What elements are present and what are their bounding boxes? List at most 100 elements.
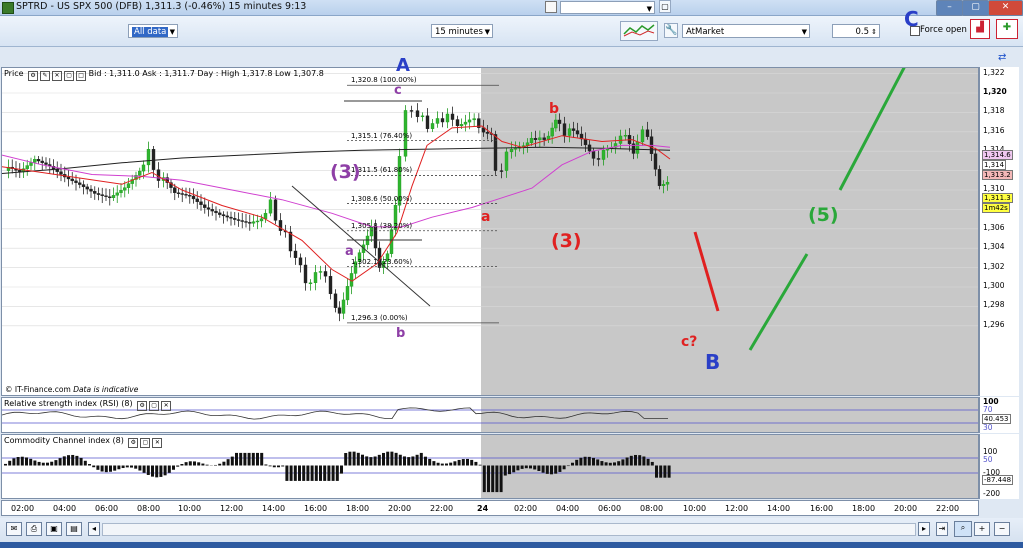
cci-bar (495, 465, 499, 493)
sell-icon[interactable]: ▟ (970, 19, 990, 39)
price-pane[interactable]: Price ⚙ ✎ ✕ ▢ □ Bid : 1,311.0 Ask : 1,311.7 … (1, 67, 979, 396)
price-pane-header: Price ⚙ ✎ ✕ ▢ □ Bid : 1,311.0 Ask : 1,311.7 … (4, 69, 324, 81)
chart-style-icon[interactable] (620, 21, 658, 41)
candle-body (661, 184, 666, 186)
candle-body (653, 153, 658, 170)
close-pane-icon[interactable]: ✕ (52, 71, 63, 81)
cci-bar (377, 454, 381, 466)
candle-body (640, 129, 645, 143)
buy-icon[interactable]: ✚ (996, 19, 1018, 39)
cci-bar (226, 459, 230, 466)
layout-icon[interactable]: ▤ (66, 522, 82, 536)
candle-body (268, 199, 273, 214)
cci-bar (449, 462, 453, 466)
cci-bar (20, 456, 24, 466)
cci-bar (348, 451, 352, 466)
scroll-left-icon[interactable]: ◂ (88, 522, 100, 536)
rsi-pane[interactable]: Relative strength index (RSI) (8) ⚙ ▢ ✕ (1, 397, 979, 433)
restore-pane-icon[interactable]: ▢ (140, 438, 151, 448)
zoom-fit-icon[interactable]: ⌕ (954, 521, 972, 537)
time-label: 04:00 (53, 504, 77, 513)
window-title: SPTRD - US SPX 500 (DFB) 1,311.3 (-0.46%… (16, 1, 307, 12)
cci-bar (251, 452, 255, 466)
candle-body (459, 124, 464, 127)
interval-select[interactable]: 15 minutes ▼ (431, 24, 493, 38)
cci-bar (272, 465, 276, 468)
wrench-icon[interactable]: 🔧 (664, 23, 678, 38)
cci-bar (352, 451, 356, 466)
candle-body (455, 119, 460, 127)
price-tick: 1,304 (983, 242, 1005, 252)
sync-icon[interactable]: ⇄ (998, 52, 1006, 63)
rsi-tick-70: 70 (983, 405, 993, 414)
trendline-upper (291, 185, 431, 307)
fib-level-label: 1,296.3 (0.00%) (351, 313, 408, 322)
candle-body (251, 221, 256, 224)
maximize-button[interactable]: ▢ (962, 0, 989, 16)
horizontal-scrollbar[interactable] (102, 523, 916, 536)
candle-body (601, 149, 606, 160)
candle-body (472, 118, 476, 121)
close-pane-icon[interactable]: ✕ (161, 401, 172, 411)
save-icon[interactable]: ▣ (46, 522, 62, 536)
candle-body (96, 193, 101, 195)
scroll-right-icon[interactable]: ▸ (918, 522, 930, 536)
force-open-label: Force open (920, 25, 967, 35)
cci-bar (71, 454, 75, 466)
candle-body (513, 148, 518, 150)
cci-bar (4, 463, 7, 466)
restore-pane-icon[interactable]: ▢ (149, 401, 160, 411)
rsi-pane-title: Relative strength index (RSI) (8) (4, 399, 133, 408)
price-axis[interactable]: 1,3221,3201,3181,3161,3141,3121,3101,308… (979, 67, 1019, 396)
settings-icon[interactable]: ✎ (40, 71, 51, 81)
wrench-icon[interactable]: ⚙ (137, 401, 148, 411)
wave-label-c-question: c? (681, 334, 698, 350)
time-axis[interactable]: 02:00 04:00 06:00 08:00 10:00 12:00 14:00 16:00… (1, 500, 979, 516)
maximize-pane-icon[interactable]: □ (76, 71, 87, 81)
print-icon[interactable]: ⎙ (26, 522, 42, 536)
fib-level-label: 1,308.6 (50.00%) (351, 194, 413, 203)
zoom-in-icon[interactable]: + (974, 522, 990, 536)
zoom-out-icon[interactable]: − (994, 522, 1010, 536)
close-pane-icon[interactable]: ✕ (152, 438, 163, 448)
email-icon[interactable]: ✉ (6, 522, 22, 536)
cci-bar (62, 456, 66, 466)
range-select[interactable]: All data ▼ (128, 24, 178, 38)
cci-bar (327, 465, 331, 481)
cci-bar (130, 465, 133, 468)
restore-pane-icon[interactable]: ▢ (64, 71, 75, 81)
time-label: 02:00 (11, 504, 35, 513)
top-dropdown[interactable]: ▼ (560, 1, 655, 14)
wrench-icon[interactable]: ⚙ (128, 438, 139, 448)
wrench-icon[interactable]: ⚙ (28, 71, 39, 81)
cci-bar (12, 458, 16, 466)
scroll-end-icon[interactable]: ⇥ (936, 522, 948, 536)
quantity-stepper[interactable]: 0.5 ⇕ (832, 24, 880, 38)
candle-body (318, 271, 323, 273)
candle-body (591, 150, 596, 159)
cci-bar (457, 459, 461, 466)
cci-bar (113, 465, 117, 471)
cci-bar (596, 459, 600, 466)
cci-bar (638, 455, 642, 466)
cci-bar (659, 465, 663, 478)
minimize-button[interactable]: – (936, 0, 963, 16)
close-button[interactable]: ✕ (988, 0, 1023, 16)
candle-body (337, 307, 342, 314)
cci-pane[interactable]: Commodity Channel index (8) ⚙ ▢ ✕ (1, 434, 979, 499)
candle-body (313, 272, 318, 284)
restore-icon[interactable]: ▢ (659, 0, 671, 13)
cci-bar (281, 465, 285, 467)
cci-bar (499, 465, 503, 493)
panel-checkbox[interactable] (545, 1, 557, 13)
candle-body (93, 191, 97, 194)
time-label: 18:00 (346, 504, 370, 513)
cci-bar (155, 465, 159, 478)
candle-body (44, 162, 48, 165)
order-type-select[interactable]: AtMarket ▼ (682, 24, 810, 38)
candle-body (229, 216, 233, 219)
cci-bar (323, 465, 327, 481)
candle-body (240, 220, 244, 222)
cci-bar (201, 463, 205, 466)
candle-body (74, 180, 78, 183)
